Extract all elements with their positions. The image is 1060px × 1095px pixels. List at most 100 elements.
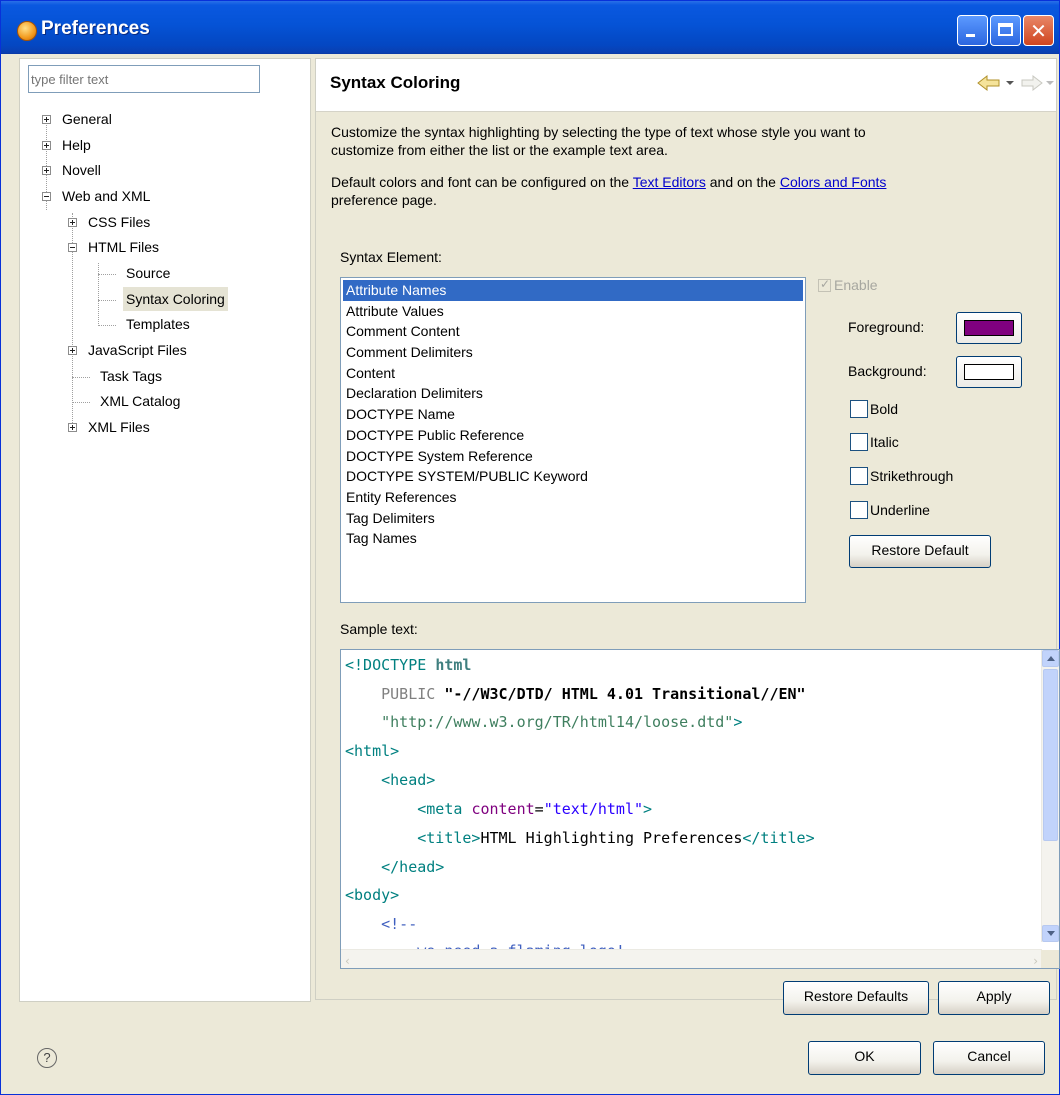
minimize-button[interactable] — [957, 15, 988, 46]
expand-icon[interactable] — [68, 346, 77, 355]
tag-delimiter: > — [733, 713, 743, 731]
description-line: preference page. — [331, 192, 437, 208]
tree-item-label: XML Catalog — [100, 393, 181, 409]
sample-code: <!DOCTYPE html PUBLIC "-//W3C/DTD/ HTML … — [345, 650, 815, 960]
title-bar[interactable]: Preferences ✕ — [1, 1, 1059, 54]
back-arrow-icon[interactable] — [976, 73, 1002, 93]
strikethrough-checkbox[interactable]: Strikethrough — [850, 466, 953, 486]
list-item[interactable]: DOCTYPE Public Reference — [343, 425, 803, 446]
page-description-defaults: Default colors and font can be configure… — [331, 173, 1051, 209]
scroll-down-button[interactable] — [1042, 925, 1059, 942]
sample-text-area[interactable]: <!DOCTYPE html PUBLIC "-//W3C/DTD/ HTML … — [340, 649, 1060, 969]
tree-item-label: Task Tags — [100, 368, 162, 384]
forward-history-dropdown-icon[interactable] — [1046, 81, 1054, 85]
bold-checkbox[interactable]: Bold — [850, 399, 898, 419]
checkbox-box[interactable] — [850, 467, 868, 485]
checkbox-box[interactable] — [850, 433, 868, 451]
maximize-button[interactable] — [990, 15, 1021, 46]
expand-icon[interactable] — [68, 218, 77, 227]
foreground-color-swatch — [964, 320, 1014, 336]
expand-icon[interactable] — [42, 115, 51, 124]
button-label: Restore Default — [871, 542, 969, 558]
expand-icon[interactable] — [42, 166, 51, 175]
close-button[interactable]: ✕ — [1023, 15, 1054, 46]
apply-button[interactable]: Apply — [938, 981, 1050, 1015]
list-item[interactable]: Comment Delimiters — [343, 342, 803, 363]
maximize-icon — [998, 23, 1013, 36]
code-line: <head> — [345, 771, 435, 789]
list-item[interactable]: Comment Content — [343, 321, 803, 342]
list-item[interactable]: Tag Names — [343, 528, 803, 549]
description-text: Default colors and font can be configure… — [331, 174, 633, 190]
scroll-left-icon[interactable]: ‹ — [345, 954, 350, 968]
list-item[interactable]: Content — [343, 363, 803, 384]
expand-icon[interactable] — [68, 423, 77, 432]
head-tag: <head> — [381, 771, 436, 789]
tree-connector — [98, 325, 116, 326]
horizontal-scrollbar[interactable]: ‹ › — [341, 949, 1042, 968]
back-history-dropdown-icon[interactable] — [1006, 81, 1014, 85]
expand-icon[interactable] — [42, 141, 51, 150]
list-item[interactable]: DOCTYPE SYSTEM/PUBLIC Keyword — [343, 466, 803, 487]
code-line: <title>HTML Highlighting Preferences</ti… — [345, 829, 815, 847]
enable-label: Enable — [834, 277, 878, 293]
page-title: Syntax Coloring — [330, 73, 461, 92]
list-item[interactable]: Attribute Names — [343, 280, 803, 301]
checkbox-box[interactable] — [850, 501, 868, 519]
foreground-color-button[interactable] — [956, 312, 1022, 344]
list-item[interactable]: Tag Delimiters — [343, 508, 803, 529]
body-tag: <body> — [345, 886, 400, 904]
help-icon[interactable]: ? — [37, 1048, 57, 1068]
tree-item-label: Web and XML — [62, 188, 151, 204]
cancel-button[interactable]: Cancel — [933, 1041, 1045, 1075]
restore-default-button[interactable]: Restore Default — [849, 535, 991, 568]
description-line: Customize the syntax highlighting by sel… — [331, 124, 866, 140]
tree-item-label: Novell — [62, 162, 101, 178]
vertical-scrollbar[interactable] — [1041, 650, 1059, 942]
scroll-right-icon[interactable]: › — [1033, 954, 1038, 968]
checkbox-box[interactable] — [850, 400, 868, 418]
bold-label: Bold — [870, 401, 899, 417]
enable-checkbox: Enable — [818, 277, 878, 293]
code-line: <meta content="text/html"> — [345, 800, 652, 818]
scroll-thumb[interactable] — [1043, 669, 1058, 841]
window-title: Preferences — [41, 18, 150, 39]
list-item[interactable]: Attribute Values — [343, 301, 803, 322]
restore-defaults-button[interactable]: Restore Defaults — [783, 981, 929, 1015]
list-item[interactable]: DOCTYPE System Reference — [343, 446, 803, 467]
collapse-icon[interactable] — [42, 192, 51, 201]
italic-checkbox[interactable]: Italic — [850, 432, 899, 452]
code-line: "http://www.w3.org/TR/html14/loose.dtd"> — [345, 713, 742, 731]
list-item[interactable]: Declaration Delimiters — [343, 383, 803, 404]
tree-item-label: Help — [62, 137, 91, 153]
page-header: Syntax Coloring — [316, 59, 1056, 112]
colors-and-fonts-link[interactable]: Colors and Fonts — [780, 174, 887, 190]
syntax-element-label: Syntax Element: — [340, 249, 442, 265]
forward-arrow-icon[interactable] — [1020, 73, 1044, 93]
tree-item-label: General — [62, 111, 112, 127]
description-line: customize from either the list or the ex… — [331, 142, 668, 158]
scroll-up-button[interactable] — [1042, 650, 1059, 667]
tree-connector — [98, 300, 116, 301]
page-description: Customize the syntax highlighting by sel… — [331, 123, 1051, 159]
description-text: and on the — [705, 174, 780, 190]
title-close-tag: </title> — [742, 829, 815, 847]
syntax-element-list[interactable]: Attribute Names Attribute Values Comment… — [340, 277, 806, 603]
text-editors-link[interactable]: Text Editors — [633, 174, 706, 190]
html-tag: <html> — [345, 742, 400, 760]
underline-checkbox[interactable]: Underline — [850, 500, 930, 520]
code-line: <!DOCTYPE html — [345, 656, 471, 674]
chevron-down-icon — [1047, 931, 1055, 936]
filter-input[interactable] — [28, 65, 260, 93]
button-label: OK — [854, 1048, 875, 1064]
tree-item-label: HTML Files — [88, 239, 160, 255]
scroll-corner — [1041, 950, 1059, 968]
list-item[interactable]: DOCTYPE Name — [343, 404, 803, 425]
background-color-button[interactable] — [956, 356, 1022, 388]
button-label: Apply — [976, 988, 1012, 1004]
collapse-icon[interactable] — [68, 243, 77, 252]
checkmark-icon — [818, 277, 831, 292]
ok-button[interactable]: OK — [808, 1041, 921, 1075]
list-item[interactable]: Entity References — [343, 487, 803, 508]
description-line: Default colors and font can be configure… — [331, 173, 1051, 191]
